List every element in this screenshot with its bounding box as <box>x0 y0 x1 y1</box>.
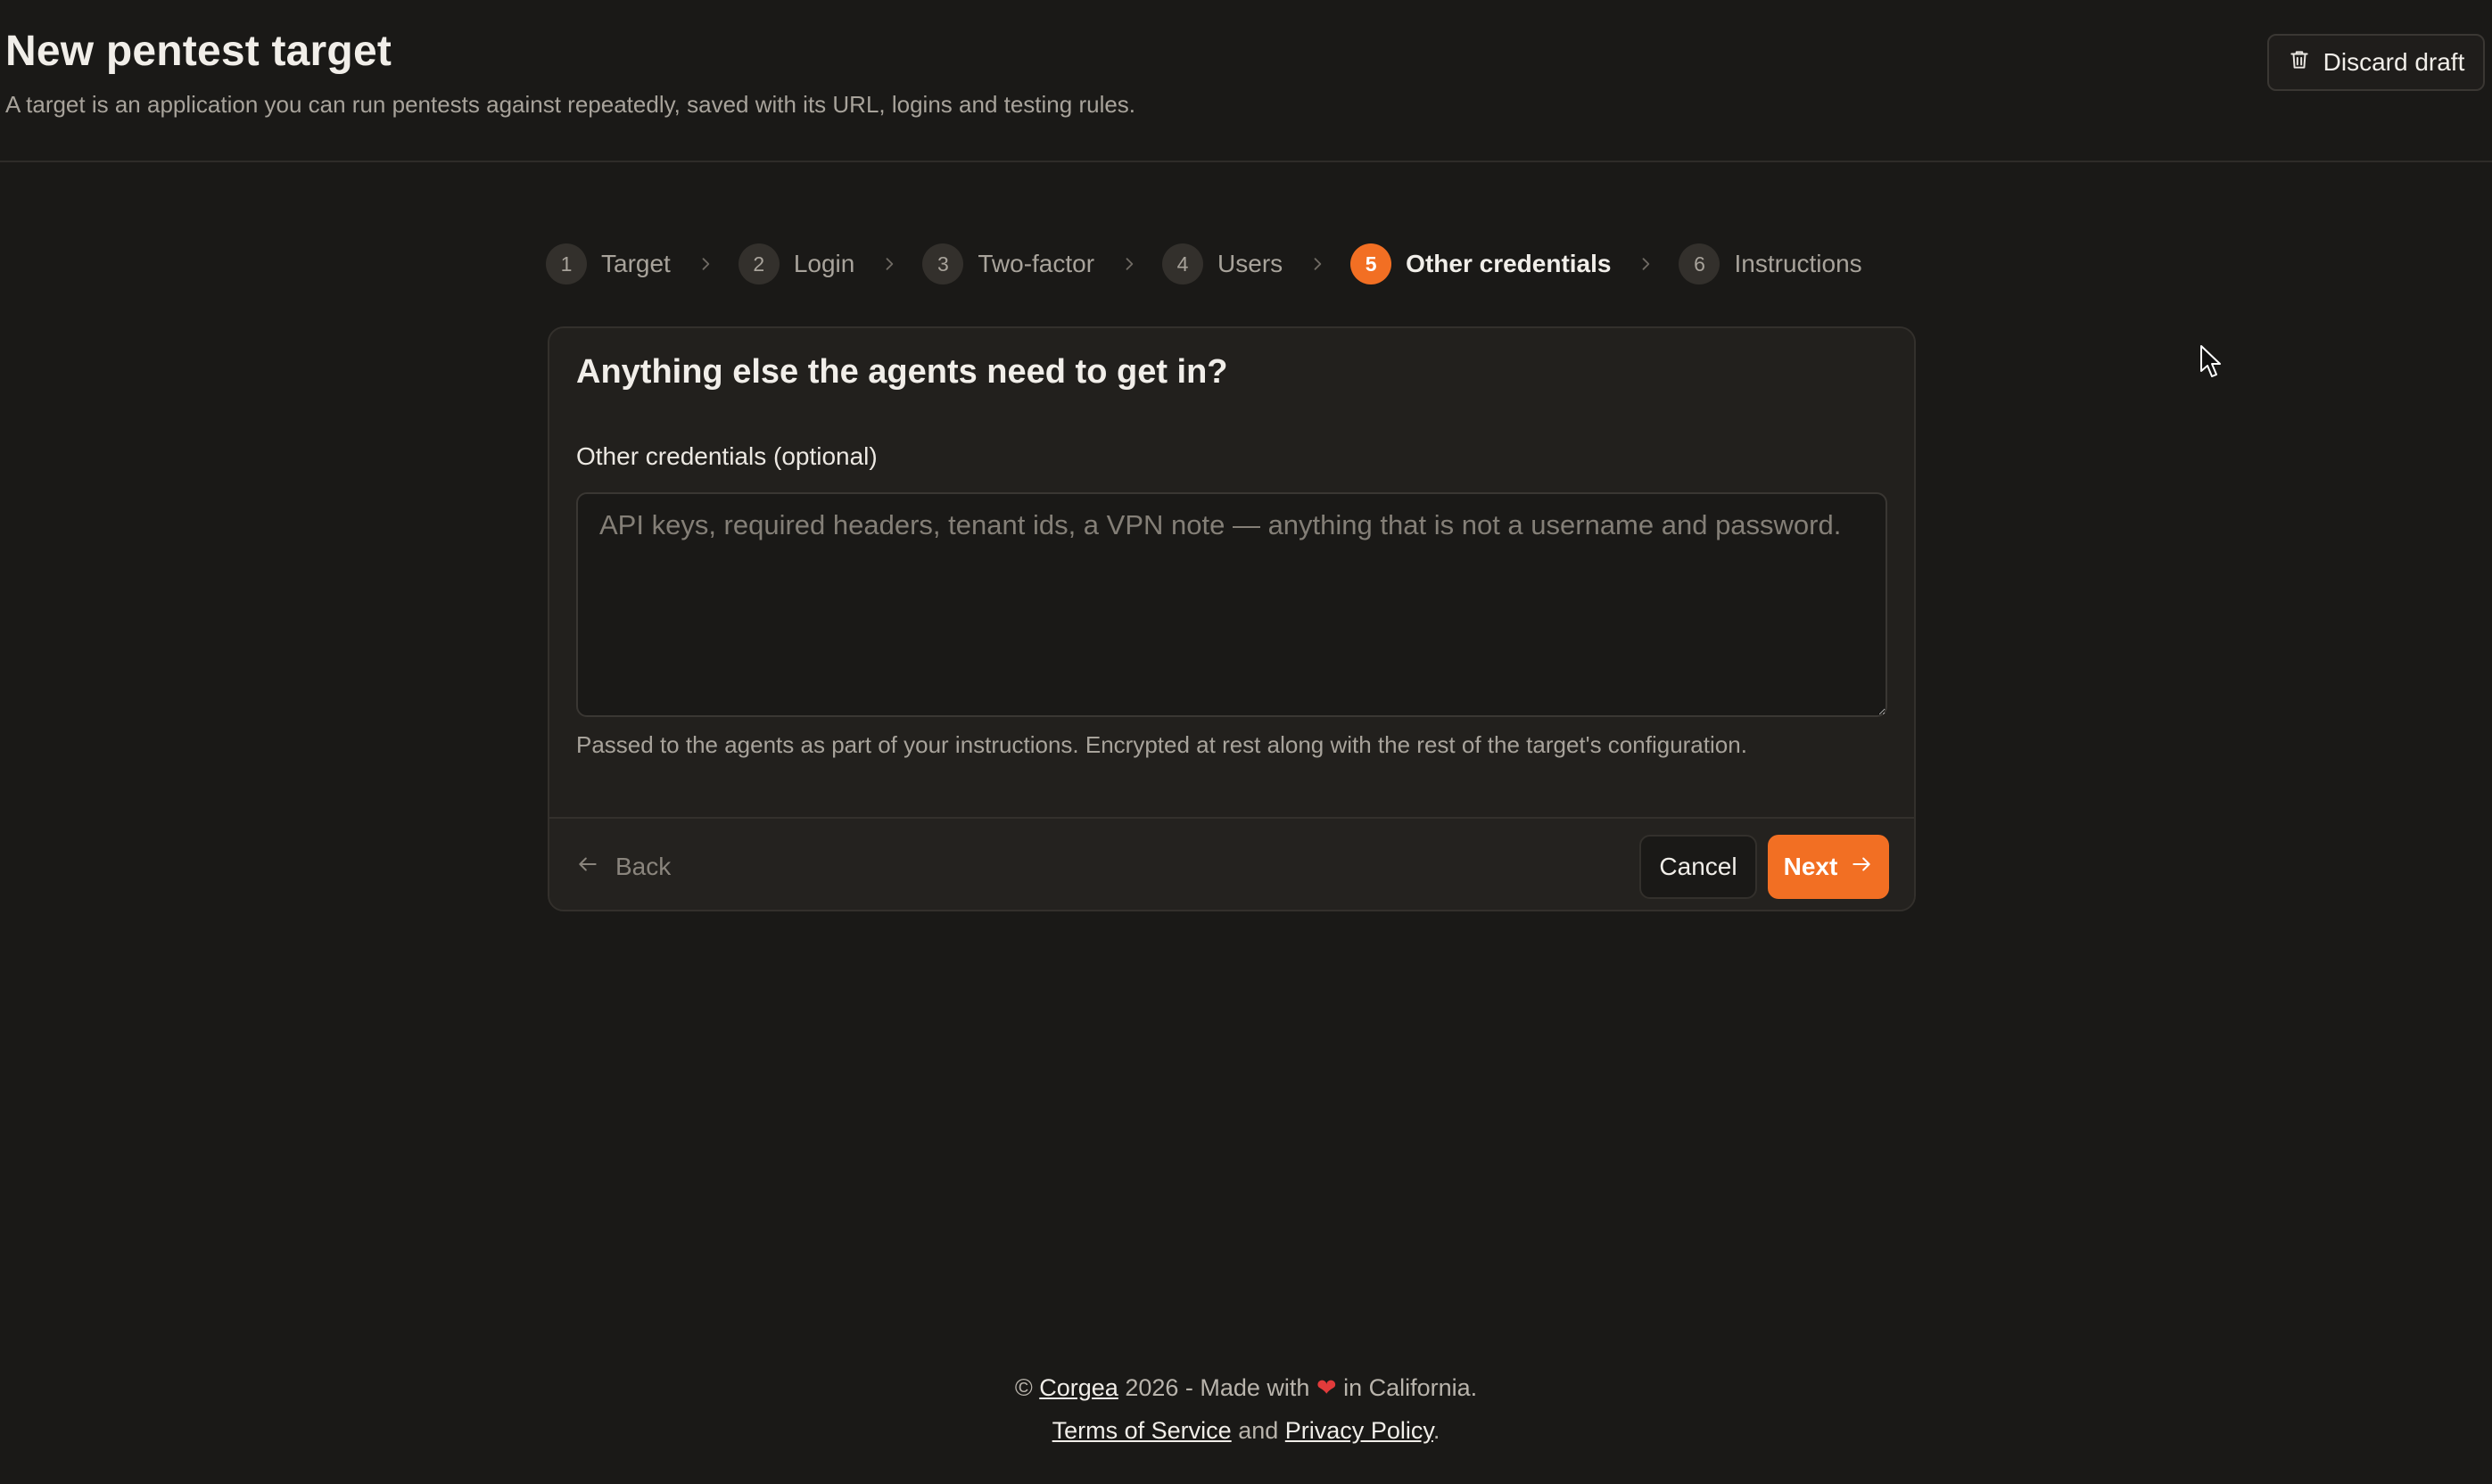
page-header: New pentest target A target is an applic… <box>0 0 2492 162</box>
step-target[interactable]: 1 Target <box>546 243 671 284</box>
stepper: 1 Target 2 Login 3 Two-factor 4 Users 5 <box>546 243 1862 285</box>
step-other-credentials[interactable]: 5 Other credentials <box>1350 243 1611 284</box>
next-label: Next <box>1783 853 1838 880</box>
credentials-card: Anything else the agents need to get in?… <box>548 326 1916 911</box>
step-label: Two-factor <box>978 250 1095 277</box>
step-two-factor[interactable]: 3 Two-factor <box>922 243 1094 284</box>
page-subtitle: A target is an application you can run p… <box>5 91 1136 118</box>
privacy-policy-link[interactable]: Privacy Policy <box>1285 1417 1433 1444</box>
step-label: Login <box>793 250 855 277</box>
trash-icon <box>2288 48 2311 78</box>
chevron-right-icon <box>1119 254 1139 274</box>
step-label: Instructions <box>1734 250 1862 277</box>
corgea-link[interactable]: Corgea <box>1039 1374 1118 1401</box>
help-text: Passed to the agents as part of your ins… <box>576 731 1747 758</box>
period-text: . <box>1432 1417 1440 1444</box>
arrow-right-icon <box>1850 853 1873 882</box>
page-footer: © Corgea 2026 - Made with ❤ in Californi… <box>0 1366 2492 1452</box>
and-text: and <box>1238 1417 1279 1444</box>
mouse-pointer-icon <box>2199 344 2223 380</box>
discard-draft-label: Discard draft <box>2323 48 2465 76</box>
card-footer: Back Cancel Next <box>549 817 1914 910</box>
heart-icon: ❤ <box>1316 1374 1337 1401</box>
other-credentials-label: Other credentials (optional) <box>576 442 878 470</box>
chevron-right-icon <box>879 254 899 274</box>
copyright-symbol: © <box>1014 1374 1033 1401</box>
page-title: New pentest target <box>5 28 392 75</box>
chevron-right-icon <box>1308 254 1327 274</box>
step-number: 2 <box>738 243 780 284</box>
step-number: 1 <box>546 243 587 284</box>
other-credentials-input[interactable] <box>576 492 1887 717</box>
step-label: Users <box>1217 250 1283 277</box>
legal-line: Terms of Service and Privacy Policy. <box>0 1409 2492 1452</box>
page: New pentest target A target is an applic… <box>0 0 2492 1484</box>
terms-of-service-link[interactable]: Terms of Service <box>1052 1417 1232 1444</box>
step-number: 4 <box>1162 243 1204 284</box>
step-login[interactable]: 2 Login <box>738 243 855 284</box>
chevron-right-icon <box>696 254 715 274</box>
arrow-left-icon <box>576 853 599 882</box>
chevron-right-icon <box>1636 254 1655 274</box>
step-instructions[interactable]: 6 Instructions <box>1679 243 1862 284</box>
step-users[interactable]: 4 Users <box>1162 243 1283 284</box>
step-number: 6 <box>1679 243 1720 284</box>
cancel-button[interactable]: Cancel <box>1639 835 1757 899</box>
copyright-line: © Corgea 2026 - Made with ❤ in Californi… <box>0 1366 2492 1409</box>
card-title: Anything else the agents need to get in? <box>576 353 1228 391</box>
discard-draft-button[interactable]: Discard draft <box>2267 34 2485 91</box>
made-with-suffix: in California. <box>1343 1374 1478 1401</box>
back-label: Back <box>615 853 672 880</box>
next-button[interactable]: Next <box>1768 835 1889 899</box>
made-with-prefix: 2026 - Made with <box>1125 1374 1310 1401</box>
step-number: 5 <box>1350 243 1392 284</box>
step-label: Target <box>601 250 671 277</box>
back-button[interactable]: Back <box>576 845 671 888</box>
step-label: Other credentials <box>1406 250 1612 277</box>
step-number: 3 <box>922 243 964 284</box>
